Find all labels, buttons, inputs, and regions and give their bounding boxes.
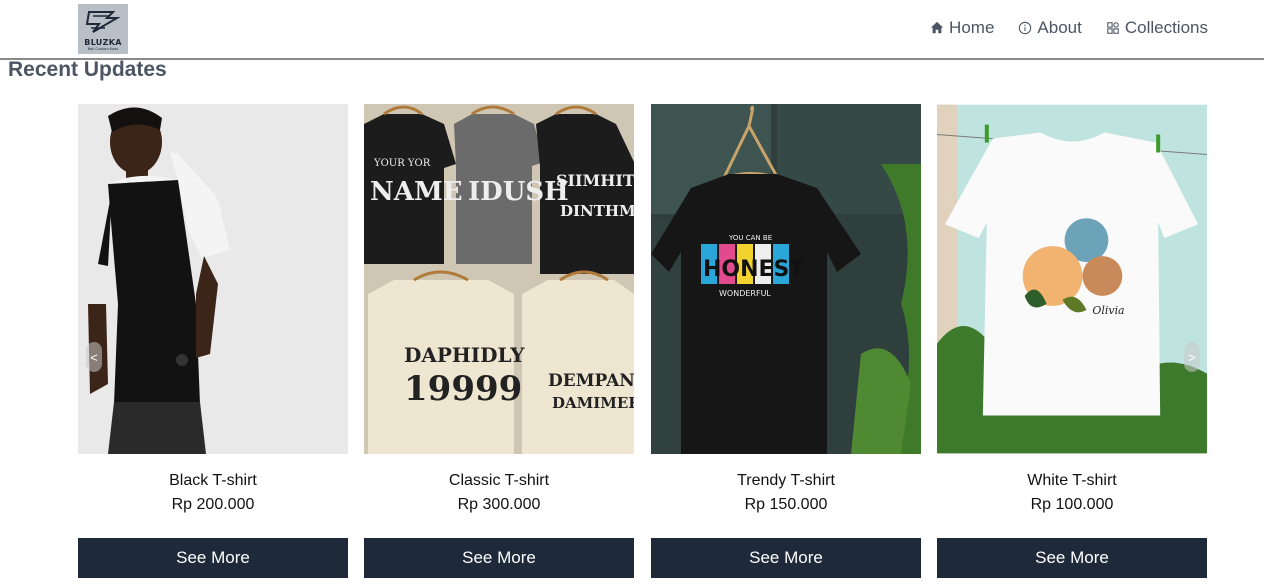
product-name: White T-shirt	[1027, 472, 1117, 489]
product-name: Black T-shirt	[169, 472, 257, 489]
print-text: HONEST	[703, 257, 804, 282]
carousel-next-button[interactable]: >	[1184, 342, 1200, 372]
product-image[interactable]: YOU CAN BE HONEST WONDERFUL	[651, 104, 921, 454]
print-text: SIIMHITY	[556, 171, 634, 190]
product-price: Rp 300.000	[457, 496, 541, 513]
nav-collections[interactable]: Collections	[1106, 18, 1208, 38]
nav-about[interactable]: About	[1018, 18, 1082, 38]
print-text: IDUSH	[468, 177, 569, 207]
print-text: 19999	[404, 369, 522, 409]
logo-tagline: Bali Custom Kaos	[87, 47, 119, 51]
grid-icon	[1107, 22, 1119, 34]
navbar: BLUZKA Bali Custom Kaos Home About Colle…	[0, 0, 1264, 60]
product-price: Rp 100.000	[1030, 496, 1114, 513]
print-text: DAPHIDLY	[404, 343, 525, 367]
nav-home[interactable]: Home	[930, 18, 994, 38]
see-more-button[interactable]: See More	[651, 538, 921, 578]
logo-mark-icon	[85, 11, 121, 33]
see-more-button[interactable]: See More	[364, 538, 634, 578]
see-more-button[interactable]: See More	[78, 538, 348, 578]
product-card-black: Black T-shirt Rp 200.000 See More	[78, 104, 348, 578]
logo-text: BLUZKA	[84, 38, 122, 47]
product-image[interactable]: Olivia	[937, 104, 1207, 454]
carousel-prev-button[interactable]: <	[86, 342, 102, 372]
see-more-button[interactable]: See More	[937, 538, 1207, 578]
info-icon	[1019, 21, 1032, 35]
product-name: Trendy T-shirt	[737, 472, 835, 489]
brand-logo[interactable]: BLUZKA Bali Custom Kaos	[78, 4, 128, 54]
print-text: YOUR YOR	[373, 158, 431, 169]
product-card-classic: YOUR YOR NAME IDUSH SIIMHITY DINTHMY DAP…	[364, 104, 634, 578]
print-text: YOU CAN BE	[728, 234, 772, 242]
product-price: Rp 200.000	[171, 496, 255, 513]
print-text: NAME	[370, 177, 463, 207]
print-text: DEMPANBE	[548, 371, 634, 391]
trendy-tshirt-photo: YOU CAN BE HONEST WONDERFUL	[651, 104, 921, 454]
main-nav: Home About Collections	[930, 18, 1208, 38]
nav-collections-label: Collections	[1124, 18, 1208, 37]
product-card-white: Olivia White T-shirt Rp 100.000 See More	[937, 104, 1207, 578]
print-text: Olivia	[1092, 304, 1124, 317]
print-text: DAMIMERA	[552, 394, 634, 412]
home-icon	[930, 21, 944, 34]
classic-tshirts-photo: YOUR YOR NAME IDUSH SIIMHITY DINTHMY DAP…	[364, 104, 634, 454]
print-text: DINTHMY	[560, 202, 634, 220]
product-image[interactable]	[78, 104, 348, 454]
product-price: Rp 150.000	[744, 496, 828, 513]
print-text: WONDERFUL	[719, 289, 771, 298]
section-title: Recent Updates	[8, 58, 167, 81]
product-image[interactable]: YOUR YOR NAME IDUSH SIIMHITY DINTHMY DAP…	[364, 104, 634, 454]
product-card-trendy: YOU CAN BE HONEST WONDERFUL Trendy T-shi…	[651, 104, 921, 578]
black-tshirt-photo	[78, 104, 348, 454]
white-tshirt-photo: Olivia	[937, 104, 1207, 454]
nav-home-label: Home	[949, 18, 995, 37]
nav-about-label: About	[1037, 18, 1082, 37]
product-name: Classic T-shirt	[448, 472, 550, 489]
